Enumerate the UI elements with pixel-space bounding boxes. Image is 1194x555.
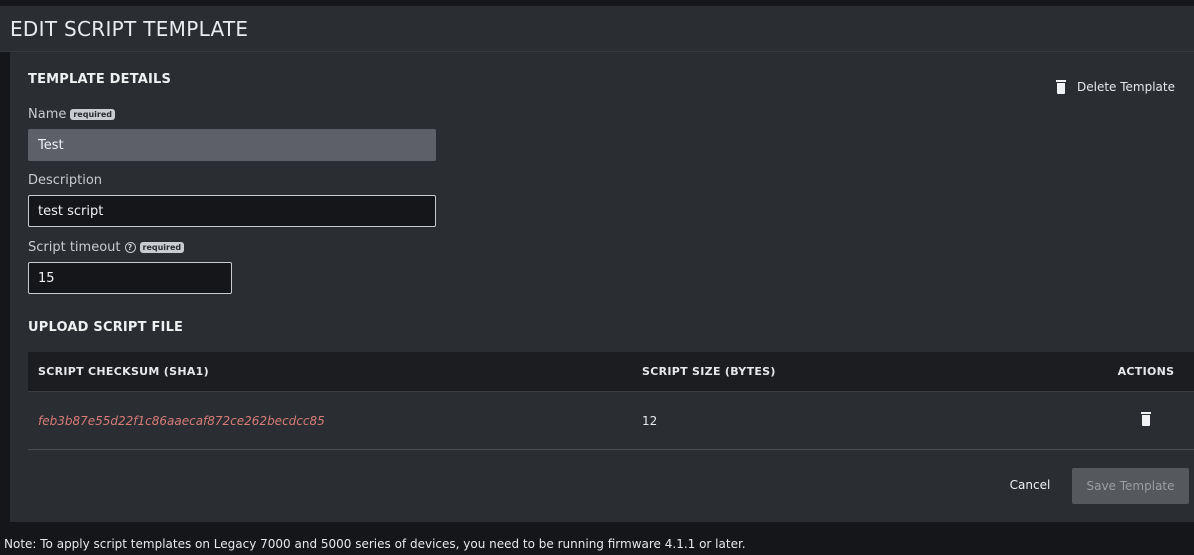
trash-icon [1056,80,1066,94]
template-details-heading: TEMPLATE DETAILS [28,72,172,87]
page-header: EDIT SCRIPT TEMPLATE [0,6,1194,52]
timeout-label-text: Script timeout [28,240,121,255]
column-header-actions: ACTIONS [1117,365,1175,378]
name-label: Name required [28,107,115,122]
delete-template-button[interactable]: Delete Template [1056,80,1175,94]
size-cell: 12 [642,413,658,428]
page-title: EDIT SCRIPT TEMPLATE [10,17,249,41]
name-label-text: Name [28,107,67,122]
help-icon[interactable]: ? [124,242,136,253]
save-template-button[interactable]: Save Template [1072,468,1189,504]
description-label-text: Description [28,173,103,188]
name-field[interactable]: Test [28,129,436,161]
timeout-field[interactable]: 15 [28,262,232,294]
description-label: Description [28,173,102,188]
trash-icon[interactable] [1141,412,1151,426]
delete-template-label: Delete Template [1077,80,1175,94]
column-header-size: SCRIPT SIZE (BYTES) [642,365,776,378]
firmware-note: Note: To apply script templates on Legac… [4,537,746,551]
checksum-cell: feb3b87e55d22f1c86aaecaf872ce262becdcc85 [38,413,325,428]
column-header-checksum: SCRIPT CHECKSUM (SHA1) [38,365,209,378]
timeout-label: Script timeout ? required [28,240,185,255]
table-row: feb3b87e55d22f1c86aaecaf872ce262becdcc85… [28,392,1194,450]
table-header: SCRIPT CHECKSUM (SHA1) SCRIPT SIZE (BYTE… [28,352,1194,392]
cancel-button[interactable]: Cancel [991,467,1069,503]
script-file-table: SCRIPT CHECKSUM (SHA1) SCRIPT SIZE (BYTE… [28,352,1194,450]
description-field[interactable]: test script [28,195,436,227]
required-badge: required [139,242,185,253]
required-badge: required [70,109,115,120]
upload-script-heading: UPLOAD SCRIPT FILE [28,320,184,335]
template-form-panel: TEMPLATE DETAILS Delete Template Name re… [10,52,1194,522]
actions-cell [1098,412,1194,429]
